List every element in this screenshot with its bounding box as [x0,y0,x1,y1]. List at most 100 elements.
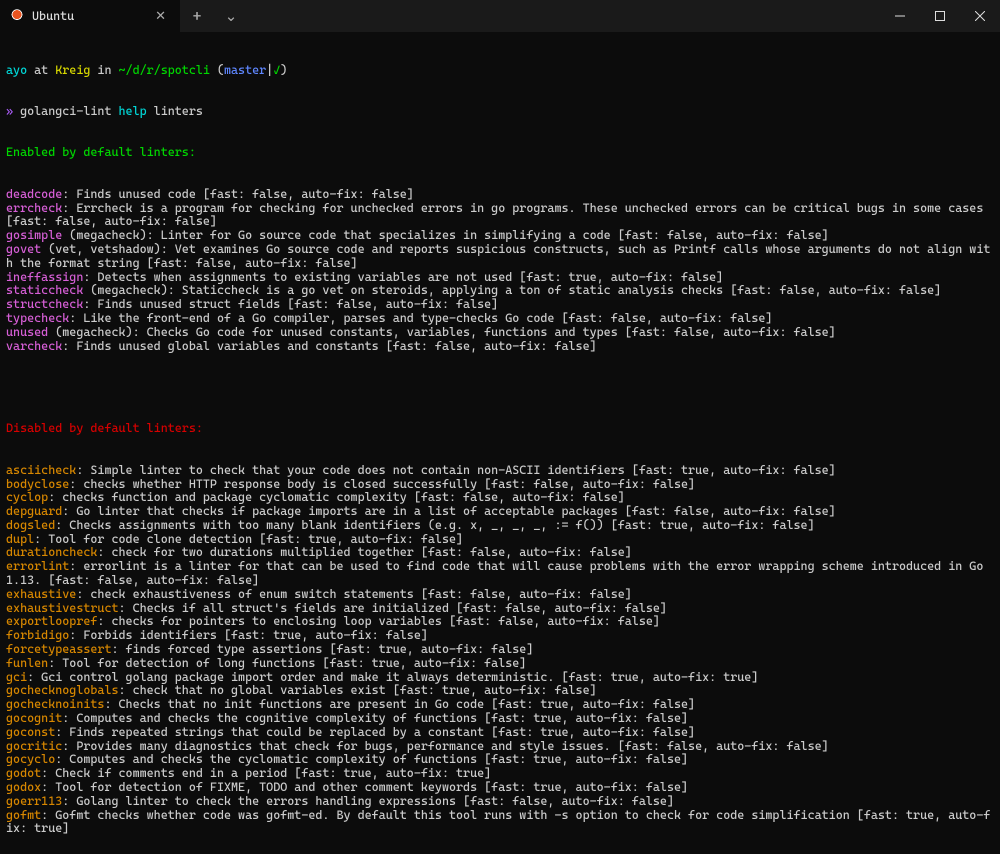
linter-line: structcheck: Finds unused struct fields … [6,298,994,312]
linter-name: govet [6,242,41,256]
linter-name: deadcode [6,187,62,201]
linter-name: ineffassign [6,270,83,284]
linter-desc: : Computes and checks the cognitive comp… [62,711,688,725]
linter-line: varcheck: Finds unused global variables … [6,340,994,354]
linter-desc: : Like the front-end of a Go compiler, p… [69,311,772,325]
linter-name: dogsled [6,518,55,532]
linter-desc: (megacheck): Linter for Go source code t… [62,228,828,242]
enabled-linters-list: deadcode: Finds unused code [fast: false… [6,188,994,354]
linter-line: bodyclose: checks whether HTTP response … [6,478,994,492]
linter-desc: : finds forced type assertions [fast: tr… [111,642,533,656]
linter-name: errorlint [6,559,69,573]
linter-desc: (vet, vetshadow): Vet examines Go source… [6,242,990,270]
linter-name: errcheck [6,201,62,215]
linter-name: asciicheck [6,463,76,477]
tab-actions: + ⌄ [180,0,248,32]
linter-desc: : Gci control golang package import orde… [27,670,758,684]
linter-line: cyclop: checks function and package cycl… [6,491,994,505]
linter-line: exportloopref: checks for pointers to en… [6,615,994,629]
linter-desc: : Errcheck is a program for checking for… [6,201,990,229]
linter-name: forbidigo [6,628,69,642]
linter-name: staticcheck [6,283,83,297]
prompt-line-2: » golangci-lint help linters [6,105,994,119]
tab-ubuntu[interactable]: Ubuntu ✕ [0,0,180,32]
blank-line [6,381,994,395]
linter-desc: : Finds unused struct fields [fast: fals… [83,297,498,311]
tab-title: Ubuntu [32,9,143,23]
linter-desc: : Simple linter to check that your code … [76,463,835,477]
linter-line: typecheck: Like the front-end of a Go co… [6,312,994,326]
linter-desc: : Check if comments end in a period [fas… [41,766,491,780]
linter-desc: : Golang linter to check the errors hand… [62,794,674,808]
linter-name: exportloopref [6,614,97,628]
section-disabled-header: Disabled by default linters: [6,422,994,436]
linter-desc: : checks function and package cyclomatic… [48,490,625,504]
linter-desc: : checks for pointers to enclosing loop … [97,614,660,628]
linter-line: ineffassign: Detects when assignments to… [6,271,994,285]
linter-name: godot [6,766,41,780]
titlebar-spacer [248,0,880,32]
linter-name: structcheck [6,297,83,311]
linter-desc: : Tool for detection of FIXME, TODO and … [41,780,688,794]
linter-line: forcetypeassert: finds forced type asser… [6,643,994,657]
linter-name: exhaustivestruct [6,601,119,615]
prompt-line-1: ayo at Kreig in ~/d/r/spotcli (master|✓) [6,64,994,78]
linter-name: goerr113 [6,794,62,808]
close-button[interactable] [960,0,1000,32]
tab-dropdown-button[interactable]: ⌄ [214,7,248,25]
linter-desc: : Checks that no init functions are pres… [104,697,695,711]
linter-line: goerr113: Golang linter to check the err… [6,795,994,809]
titlebar: Ubuntu ✕ + ⌄ [0,0,1000,32]
linter-line: goconst: Finds repeated strings that cou… [6,726,994,740]
linter-name: unused [6,325,48,339]
linter-line: dupl: Tool for code clone detection [fas… [6,533,994,547]
linter-name: dupl [6,532,34,546]
tab-close-button[interactable]: ✕ [151,9,170,24]
linter-line: funlen: Tool for detection of long funct… [6,657,994,671]
linter-line: gocritic: Provides many diagnostics that… [6,740,994,754]
linter-name: goconst [6,725,55,739]
linter-desc: : check that no global variables exist [… [119,683,597,697]
linter-line: deadcode: Finds unused code [fast: false… [6,188,994,202]
linter-desc: : Computes and checks the cyclomatic com… [55,752,688,766]
linter-line: dogsled: Checks assignments with too man… [6,519,994,533]
linter-name: gosimple [6,228,62,242]
linter-line: exhaustivestruct: Checks if all struct's… [6,602,994,616]
linter-line: gochecknoglobals: check that no global v… [6,684,994,698]
linter-name: godox [6,780,41,794]
linter-line: gosimple (megacheck): Linter for Go sour… [6,229,994,243]
linter-name: gocyclo [6,752,55,766]
linter-desc: : check for two durations multiplied tog… [97,545,631,559]
linter-desc: : Detects when assignments to existing v… [83,270,723,284]
linter-line: errorlint: errorlint is a linter for tha… [6,560,994,588]
linter-line: govet (vet, vetshadow): Vet examines Go … [6,243,994,271]
linter-line: exhaustive: check exhaustiveness of enum… [6,588,994,602]
linter-name: gochecknoinits [6,697,104,711]
linter-line: gocognit: Computes and checks the cognit… [6,712,994,726]
new-tab-button[interactable]: + [180,7,214,25]
linter-line: depguard: Go linter that checks if packa… [6,505,994,519]
linter-name: gocritic [6,739,62,753]
maximize-button[interactable] [920,0,960,32]
linter-name: gocognit [6,711,62,725]
minimize-button[interactable] [880,0,920,32]
linter-desc: : Checks assignments with too many blank… [55,518,814,532]
linter-line: gocyclo: Computes and checks the cycloma… [6,753,994,767]
tab-strip: Ubuntu ✕ [0,0,180,32]
linter-line: forbidigo: Forbids identifiers [fast: tr… [6,629,994,643]
terminal-output[interactable]: ayo at Kreig in ~/d/r/spotcli (master|✓)… [0,32,1000,854]
linter-name: bodyclose [6,477,69,491]
linter-name: cyclop [6,490,48,504]
linter-desc: : Tool for code clone detection [fast: t… [34,532,463,546]
linter-desc: : Finds repeated strings that could be r… [55,725,695,739]
linter-line: godox: Tool for detection of FIXME, TODO… [6,781,994,795]
linter-name: funlen [6,656,48,670]
linter-desc: : Checks if all struct's fields are init… [119,601,667,615]
linter-line: gci: Gci control golang package import o… [6,671,994,685]
linter-desc: : Finds unused global variables and cons… [62,339,596,353]
linter-name: gofmt [6,808,41,822]
ubuntu-icon [10,9,24,23]
disabled-linters-list: asciicheck: Simple linter to check that … [6,464,994,837]
linter-desc: : Finds unused code [fast: false, auto-f… [62,187,414,201]
linter-line: godot: Check if comments end in a period… [6,767,994,781]
